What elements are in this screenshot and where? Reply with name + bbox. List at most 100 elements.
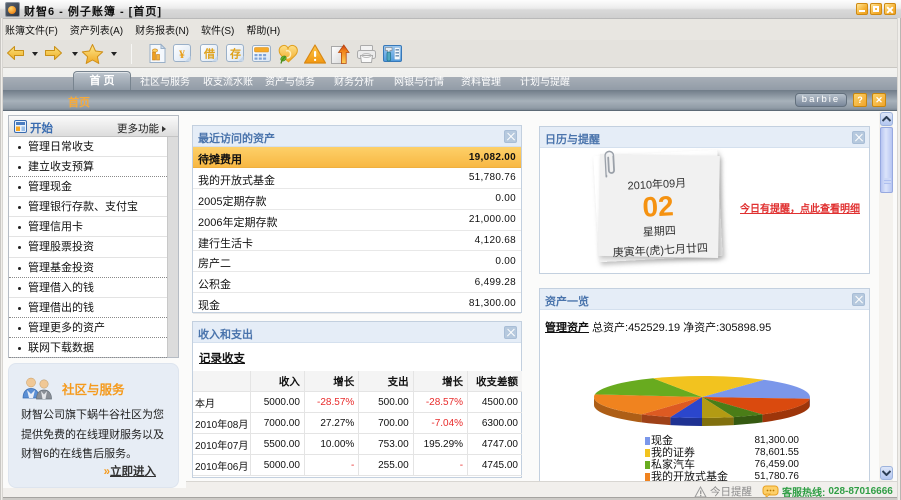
manage-assets-link[interactable]: 管理资产 (545, 319, 589, 335)
reminder-link[interactable]: 今日有提醒，点此查看明细 (740, 200, 860, 215)
forward-dropdown-icon[interactable] (72, 52, 78, 56)
help-button[interactable]: ? (853, 93, 867, 107)
asset-row[interactable]: 公积金6,499.28 (193, 272, 521, 293)
tab-item[interactable]: 社区与服务 (140, 76, 190, 90)
asset-row[interactable]: 待摊费用19,082.00 (193, 147, 521, 168)
start-menu-item[interactable]: 建立收支预算 (9, 157, 167, 177)
asset-value: 0.00 (495, 256, 516, 267)
print-button[interactable] (355, 43, 378, 70)
tab-item[interactable]: 财务分析 (334, 76, 374, 90)
tab-item[interactable]: 计划与提醒 (520, 76, 570, 90)
vertical-scrollbar[interactable] (879, 112, 893, 481)
forward-button[interactable] (44, 43, 63, 68)
window-frame-right (897, 18, 901, 500)
scroll-up-button[interactable] (880, 112, 893, 126)
close-page-button[interactable]: ✕ (872, 93, 886, 107)
menu-item[interactable]: 软件(S) (201, 22, 234, 37)
export-button[interactable] (329, 43, 351, 70)
asset-name: 待摊费用 (198, 151, 242, 167)
bullet-icon (18, 166, 21, 169)
row-label: 2010年07月 (193, 434, 250, 455)
window-title: 财智6 - 例子账簿 - [首页] (24, 3, 162, 19)
yuan-document-icon: ¥ (172, 43, 193, 64)
start-menu-item[interactable]: 管理现金 (9, 177, 167, 197)
tab-item[interactable]: 网银与行情 (394, 76, 444, 90)
panel-close-icon[interactable] (852, 131, 865, 144)
start-menu-item[interactable]: 管理银行存款、支付宝 (9, 197, 167, 217)
start-menu-item[interactable]: 联网下载数据 (9, 338, 167, 358)
calendar-header: 日历与提醒 (540, 127, 869, 148)
asset-row[interactable]: 建行生活卡4,120.68 (193, 231, 521, 252)
panel-close-icon[interactable] (852, 293, 865, 306)
menu-item[interactable]: 资产列表(A) (70, 22, 123, 37)
panel-close-icon[interactable] (504, 326, 517, 339)
recent-assets-title: 最近访问的资产 (198, 130, 275, 146)
printer-icon (355, 43, 378, 65)
tab-item[interactable]: 资产与债务 (265, 76, 315, 90)
tab-item[interactable]: 资料管理 (461, 76, 501, 90)
tab-home[interactable]: 首 页 (73, 71, 131, 90)
start-menu-item[interactable]: 管理借入的钱 (9, 278, 167, 298)
table-cell: 10.00% (304, 434, 358, 455)
table-row[interactable]: 2010年06月5000.00-255.00-4745.00 (193, 455, 522, 476)
account-book-button[interactable] (147, 43, 168, 69)
close-button[interactable] (884, 3, 896, 15)
user-button[interactable]: barbie (795, 93, 847, 107)
scrollbar-thumb[interactable] (880, 127, 893, 193)
sidebar-scrollbar[interactable] (167, 137, 178, 357)
minimize-button[interactable] (856, 3, 868, 15)
record-income-link[interactable]: 记录收支 (199, 350, 245, 366)
export-up-icon (329, 43, 351, 65)
bullet-icon (18, 206, 21, 209)
menu-item[interactable]: 账簿文件(F) (5, 22, 58, 37)
legend-value: 76,459.00 (745, 459, 799, 471)
alerts-button[interactable] (303, 43, 327, 70)
maximize-button[interactable] (870, 3, 882, 15)
asset-row[interactable]: 2005定期存款0.00 (193, 189, 521, 210)
panel-close-icon[interactable] (504, 130, 517, 143)
more-functions-link[interactable]: 更多功能 (117, 121, 166, 136)
table-row[interactable]: 2010年07月5500.0010.00%753.00195.29%4747.0… (193, 434, 522, 455)
menu-item[interactable]: 财务报表(N) (135, 22, 189, 37)
total-assets-value: 452529.19 (628, 322, 680, 334)
back-dropdown-icon[interactable] (32, 52, 38, 56)
menu-item[interactable]: 帮助(H) (246, 22, 280, 37)
table-cell: 5000.00 (250, 455, 304, 476)
loan-button[interactable]: 借 (199, 43, 220, 69)
bottom-left-band (0, 488, 186, 497)
income-expense-table: 收入增长支出增长收支差额本月5000.00-28.57%500.00-28.57… (193, 371, 522, 476)
favorites-dropdown-icon[interactable] (111, 52, 117, 56)
income-expense-button[interactable]: ¥ (172, 43, 193, 69)
start-menu-item[interactable]: 管理股票投资 (9, 237, 167, 257)
asset-value: 4,120.68 (475, 235, 516, 246)
loan-document-icon: 借 (199, 43, 220, 64)
finance-health-button[interactable] (276, 43, 300, 70)
menu-bar: 账簿文件(F) 资产列表(A) 财务报表(N) 软件(S) 帮助(H) (0, 19, 901, 40)
start-menu-item[interactable]: 管理借出的钱 (9, 298, 167, 318)
back-icon (6, 43, 25, 63)
start-menu-item[interactable]: 管理更多的资产 (9, 318, 167, 338)
asset-row[interactable]: 现金81,300.00 (193, 293, 521, 314)
back-button[interactable] (6, 43, 25, 68)
window-frame-left (0, 18, 3, 500)
asset-row[interactable]: 我的开放式基金51,780.76 (193, 168, 521, 189)
scroll-down-button[interactable] (880, 466, 893, 480)
calculator-button[interactable] (251, 43, 272, 69)
row-label: 2010年06月 (193, 455, 250, 476)
calendar-note: 2010年09月 02 星期四 庚寅年(虎)七月廿四 (593, 150, 722, 262)
asset-row[interactable]: 房产二0.00 (193, 251, 521, 272)
table-row[interactable]: 2010年08月7000.0027.27%700.00-7.04%6300.00 (193, 413, 522, 434)
tab-item[interactable]: 收支流水账 (203, 76, 253, 90)
table-cell: -7.04% (413, 413, 467, 434)
asset-name: 现金 (198, 297, 220, 313)
deposit-button[interactable]: 存 (225, 43, 246, 69)
start-menu-item[interactable]: 管理信用卡 (9, 217, 167, 237)
start-menu-item[interactable]: 管理日常收支 (9, 137, 167, 157)
table-row[interactable]: 本月5000.00-28.57%500.00-28.57%4500.00 (193, 392, 522, 413)
enter-now-link[interactable]: »立即进入 (104, 463, 156, 479)
settings-button[interactable] (382, 43, 403, 69)
start-menu-item[interactable]: 管理基金投资 (9, 258, 167, 278)
bullet-icon (18, 146, 21, 149)
favorites-button[interactable] (81, 43, 104, 70)
asset-row[interactable]: 2006年定期存款21,000.00 (193, 210, 521, 231)
